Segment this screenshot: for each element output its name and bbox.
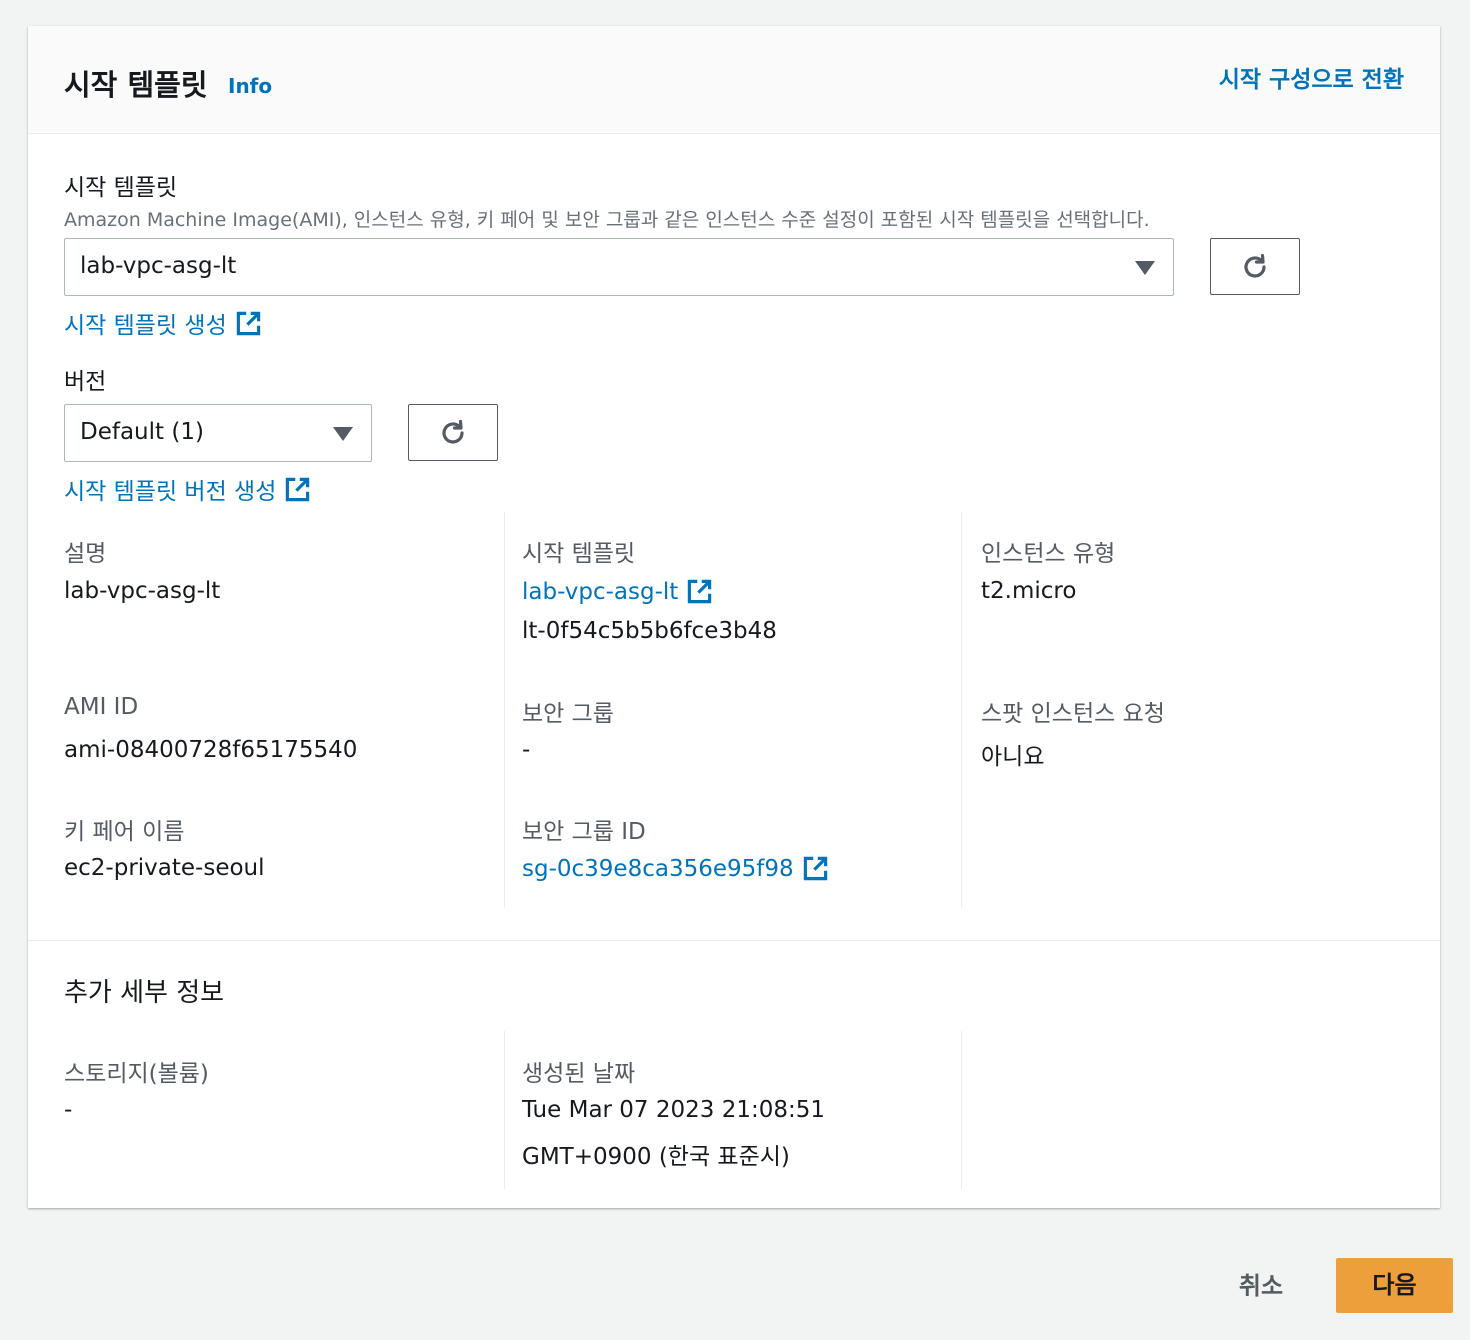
launch-template-panel: 시작 템플릿 Info 시작 구성으로 전환 시작 템플릿 Amazon Mac… bbox=[28, 26, 1440, 1208]
security-group-id-key: 보안 그룹 ID bbox=[522, 819, 646, 845]
create-launch-template-label: 시작 템플릿 생성 bbox=[64, 313, 227, 339]
template-id-value: lt-0f54c5b5b6fce3b48 bbox=[522, 618, 777, 644]
switch-to-launch-config-link[interactable]: 시작 구성으로 전환 bbox=[1219, 60, 1404, 94]
version-selected-value: Default (1) bbox=[80, 419, 204, 445]
created-date-line1: Tue Mar 07 2023 21:08:51 bbox=[522, 1097, 826, 1123]
create-template-version-link[interactable]: 시작 템플릿 버전 생성 bbox=[64, 472, 311, 506]
description-value: lab-vpc-asg-lt bbox=[64, 578, 221, 604]
ami-id-value: ami-08400728f65175540 bbox=[64, 737, 358, 763]
column-divider bbox=[961, 512, 962, 908]
launch-template-description: Amazon Machine Image(AMI), 인스턴스 유형, 키 페어… bbox=[64, 209, 1150, 231]
security-group-id-label: sg-0c39e8ca356e95f98 bbox=[522, 855, 794, 882]
instance-type-value: t2.micro bbox=[981, 578, 1077, 604]
column-divider bbox=[504, 512, 505, 908]
created-date-line2: GMT+0900 (한국 표준시) bbox=[522, 1144, 790, 1170]
cancel-button[interactable]: 취소 bbox=[1215, 1266, 1307, 1306]
security-group-value: - bbox=[522, 737, 531, 763]
section-divider bbox=[28, 940, 1440, 941]
refresh-icon bbox=[442, 419, 464, 444]
security-group-key: 보안 그룹 bbox=[522, 701, 614, 727]
column-divider bbox=[961, 1031, 962, 1189]
key-pair-key: 키 페어 이름 bbox=[64, 819, 185, 845]
panel-header: 시작 템플릿 Info 시작 구성으로 전환 bbox=[28, 26, 1440, 134]
version-label: 버전 bbox=[64, 369, 107, 395]
launch-template-selected-value: lab-vpc-asg-lt bbox=[80, 253, 237, 279]
spot-request-value: 아니요 bbox=[981, 744, 1045, 770]
created-date-key: 생성된 날짜 bbox=[522, 1061, 636, 1087]
external-link-icon bbox=[286, 477, 310, 501]
key-pair-value: ec2-private-seoul bbox=[64, 855, 265, 881]
external-link-icon bbox=[688, 579, 712, 604]
refresh-versions-button[interactable] bbox=[408, 404, 498, 461]
panel-title: 시작 템플릿 bbox=[64, 68, 208, 102]
refresh-templates-button[interactable] bbox=[1210, 238, 1300, 295]
security-group-id-link[interactable]: sg-0c39e8ca356e95f98 bbox=[522, 855, 829, 882]
storage-key: 스토리지(볼륨) bbox=[64, 1061, 209, 1087]
caret-down-icon bbox=[1135, 261, 1155, 275]
column-divider bbox=[504, 1031, 505, 1189]
create-template-version-label: 시작 템플릿 버전 생성 bbox=[64, 479, 277, 505]
template-link-label: lab-vpc-asg-lt bbox=[522, 578, 679, 605]
launch-template-label: 시작 템플릿 bbox=[64, 175, 178, 201]
template-link[interactable]: lab-vpc-asg-lt bbox=[522, 578, 713, 605]
additional-details-title: 추가 세부 정보 bbox=[64, 978, 225, 1008]
version-select[interactable]: Default (1) bbox=[64, 404, 372, 462]
caret-down-icon bbox=[333, 427, 353, 441]
info-link[interactable]: Info bbox=[228, 74, 272, 98]
external-link-icon bbox=[803, 856, 827, 881]
spot-request-key: 스팟 인스턴스 요청 bbox=[981, 701, 1165, 727]
instance-type-key: 인스턴스 유형 bbox=[981, 541, 1116, 567]
refresh-icon bbox=[1244, 253, 1266, 278]
description-key: 설명 bbox=[64, 541, 107, 567]
storage-value: - bbox=[64, 1097, 73, 1123]
template-key: 시작 템플릿 bbox=[522, 541, 636, 567]
ami-id-key: AMI ID bbox=[64, 694, 139, 720]
launch-template-select[interactable]: lab-vpc-asg-lt bbox=[64, 238, 1174, 296]
external-link-icon bbox=[236, 311, 260, 335]
create-launch-template-link[interactable]: 시작 템플릿 생성 bbox=[64, 306, 262, 340]
next-button[interactable]: 다음 bbox=[1336, 1258, 1453, 1313]
